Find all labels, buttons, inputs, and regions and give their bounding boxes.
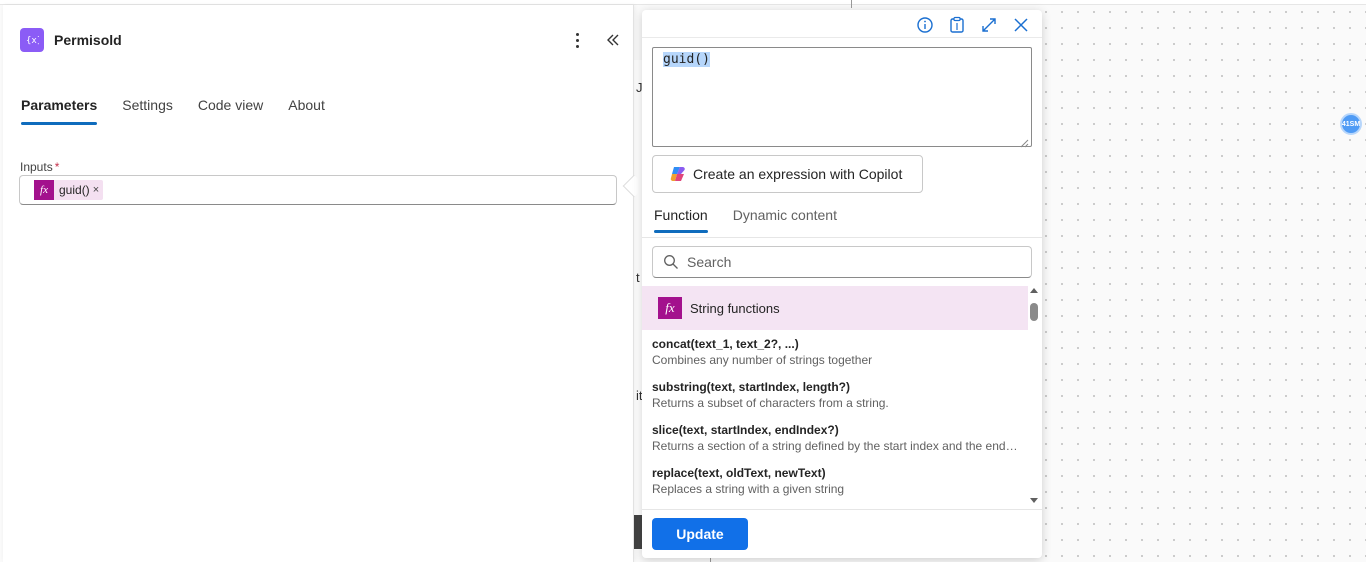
copilot-icon [670, 167, 685, 181]
expression-tabs: Function Dynamic content [654, 207, 862, 233]
function-icon: fx [34, 180, 54, 200]
function-description: Replaces a string with a given string [652, 482, 845, 496]
expression-editor: guid() Create an expression with Copilot… [642, 10, 1042, 558]
expression-token[interactable]: fx guid() × [34, 180, 104, 200]
function-search[interactable] [652, 246, 1032, 278]
expression-input[interactable]: guid() [652, 47, 1032, 147]
action-details-panel: {x} Permisold Parameters Settings Code v… [3, 5, 634, 562]
list-scrollbar[interactable] [1028, 288, 1040, 506]
collapse-panel-icon[interactable] [603, 29, 623, 51]
tab-function[interactable]: Function [654, 207, 708, 233]
tab-about[interactable]: About [288, 97, 325, 121]
token-label: guid() [59, 183, 90, 197]
inputs-field[interactable]: fx guid() × [19, 175, 617, 205]
expression-text: guid() [663, 52, 710, 67]
function-description: Combines any number of strings together [652, 353, 873, 367]
function-signature: concat(text_1, text_2?, ...) [652, 337, 799, 351]
function-signature: substring(text, startIndex, length?) [652, 380, 851, 394]
panel-tabs: Parameters Settings Code view About [21, 97, 350, 125]
panel-title: Permisold [54, 32, 122, 48]
clipboard-icon[interactable] [948, 16, 966, 34]
copilot-expression-button[interactable]: Create an expression with Copilot [652, 155, 923, 193]
update-button[interactable]: Update [652, 518, 748, 550]
scroll-up-icon[interactable] [1030, 288, 1038, 293]
list-item[interactable]: slice(text, startIndex, endIndex?) Retur… [642, 416, 1028, 459]
scroll-down-icon[interactable] [1030, 498, 1038, 503]
function-list: fx String functions concat(text_1, text_… [642, 286, 1028, 508]
footer-divider [642, 509, 1042, 510]
function-icon: fx [658, 297, 682, 319]
scrollbar-thumb[interactable] [1030, 303, 1038, 321]
inputs-label: Inputs * [20, 160, 59, 174]
function-signature: replace(text, oldText, newText) [652, 466, 826, 480]
function-description: Returns a section of a string defined by… [652, 439, 1018, 453]
info-icon[interactable] [916, 16, 934, 34]
avatar[interactable]: 41SM [1340, 113, 1362, 135]
token-remove-icon[interactable]: × [93, 184, 99, 196]
search-icon [664, 255, 678, 269]
variable-icon: {x} [20, 28, 44, 52]
search-input[interactable] [687, 254, 1007, 270]
more-options-icon[interactable] [569, 29, 585, 51]
list-item[interactable]: concat(text_1, text_2?, ...) Combines an… [642, 330, 1028, 373]
background-card-text: t [636, 270, 640, 285]
tab-code-view[interactable]: Code view [198, 97, 263, 121]
popup-toolbar [642, 10, 1042, 38]
tab-settings[interactable]: Settings [122, 97, 173, 121]
tabs-divider [642, 237, 1042, 238]
category-string-functions[interactable]: fx String functions [642, 286, 1028, 330]
expand-icon[interactable] [980, 16, 998, 34]
function-signature: slice(text, startIndex, endIndex?) [652, 423, 839, 437]
inputs-label-text: Inputs [20, 160, 53, 174]
tab-parameters[interactable]: Parameters [21, 97, 98, 125]
function-description: Returns a subset of characters from a st… [652, 396, 889, 410]
copilot-button-label: Create an expression with Copilot [693, 166, 903, 182]
required-mark: * [54, 160, 60, 174]
connector-line [851, 0, 852, 8]
svg-text:{x}: {x} [26, 36, 39, 46]
panel-header: {x} Permisold [20, 28, 122, 52]
tab-dynamic-content[interactable]: Dynamic content [733, 207, 837, 233]
category-label: String functions [690, 300, 780, 316]
resize-handle-icon[interactable] [1019, 135, 1029, 148]
list-item[interactable]: replace(text, oldText, newText) Replaces… [642, 459, 1028, 502]
list-item[interactable]: substring(text, startIndex, length?) Ret… [642, 373, 1028, 416]
close-icon[interactable] [1012, 16, 1030, 34]
